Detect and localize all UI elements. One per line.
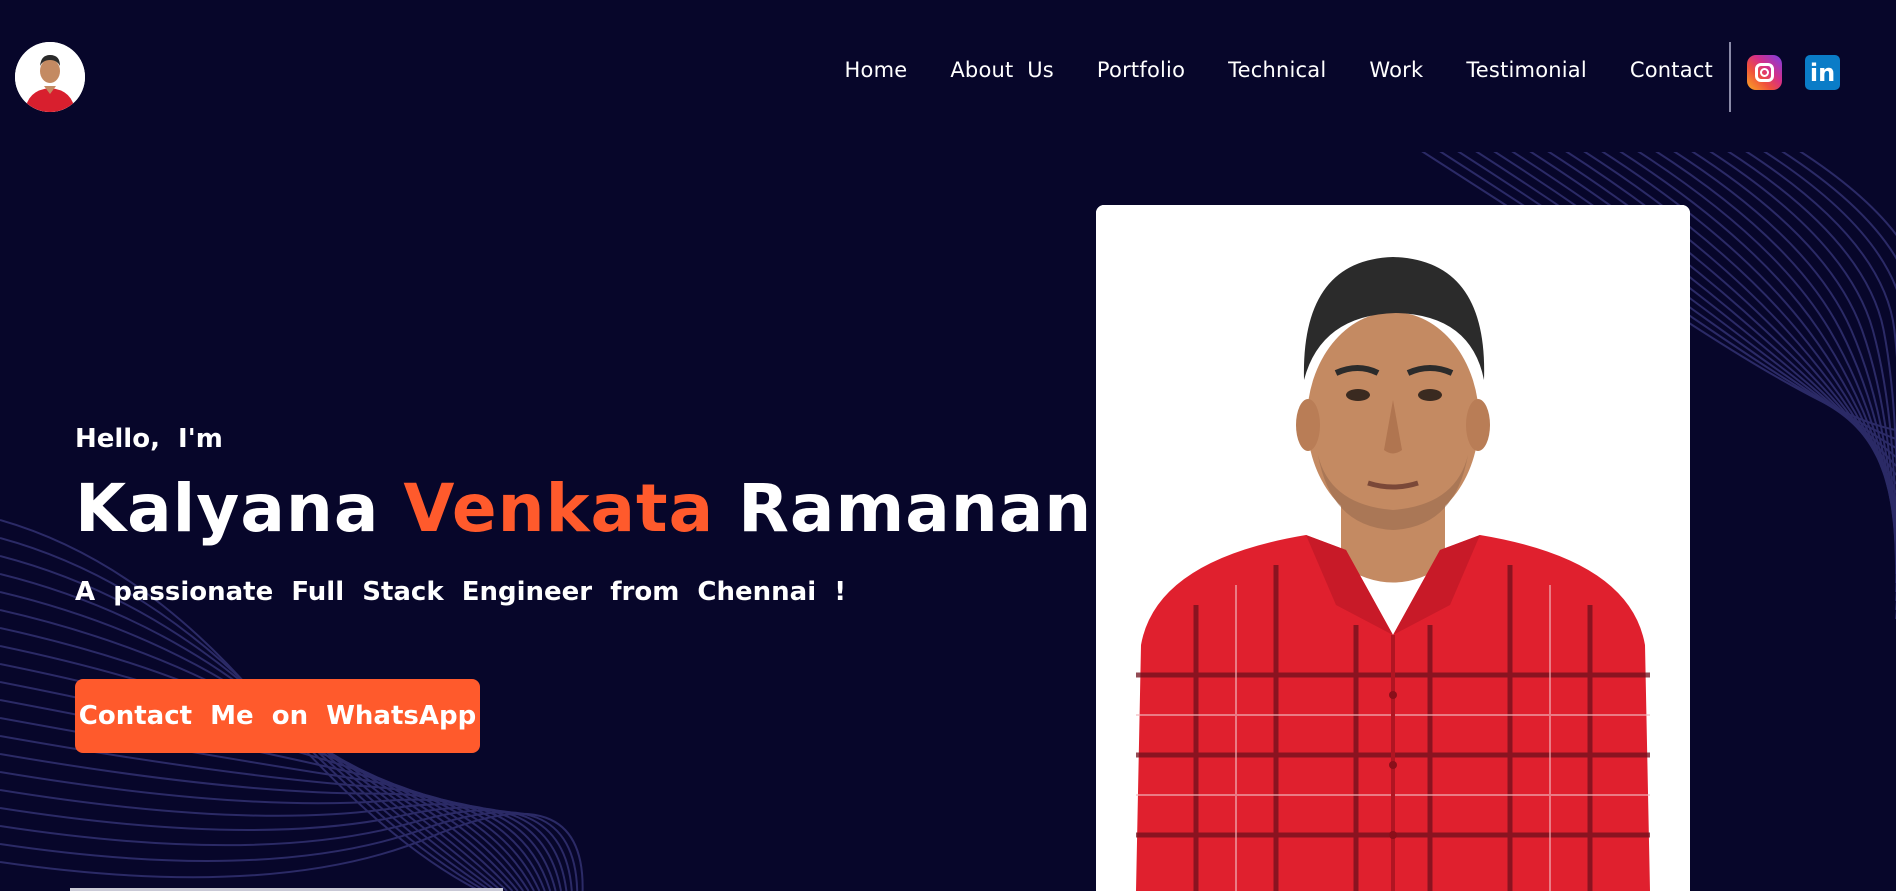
brand-avatar[interactable] [15,42,85,112]
hero-name: Kalyana Venkata Ramanan [75,470,1092,547]
wave-line [0,735,546,891]
nav-about-us[interactable]: About Us [950,58,1054,82]
nav-testimonial[interactable]: Testimonial [1466,58,1587,82]
profile-photo [1096,205,1690,891]
whatsapp-contact-button[interactable]: Contact Me on WhatsApp [75,679,480,753]
name-last: Ramanan [738,470,1093,547]
hero-greeting: Hello, I'm [75,424,223,454]
wave-line [1707,149,1896,574]
nav-divider [1729,42,1731,112]
nav-work[interactable]: Work [1369,58,1423,82]
linkedin-glyph: in [1809,59,1836,87]
wave-line [1671,149,1896,557]
name-middle: Venkata [403,470,715,547]
top-navigation-bar: Home About Us Portfolio Technical Work T… [0,0,1896,152]
profile-photo-icon [1096,205,1690,891]
linkedin-icon[interactable]: in [1805,55,1840,90]
wave-line [0,811,579,891]
instagram-icon[interactable] [1747,55,1782,90]
main-nav: Home About Us Portfolio Technical Work T… [802,58,1713,82]
wave-line [1797,149,1896,619]
hero-tagline: A passionate Full Stack Engineer from Ch… [75,577,847,607]
nav-technical[interactable]: Technical [1228,58,1326,82]
nav-portfolio[interactable]: Portfolio [1097,58,1185,82]
person-avatar-icon [15,42,85,112]
nav-home[interactable]: Home [845,58,908,82]
name-first: Kalyana [75,470,380,547]
nav-contact[interactable]: Contact [1630,58,1713,82]
